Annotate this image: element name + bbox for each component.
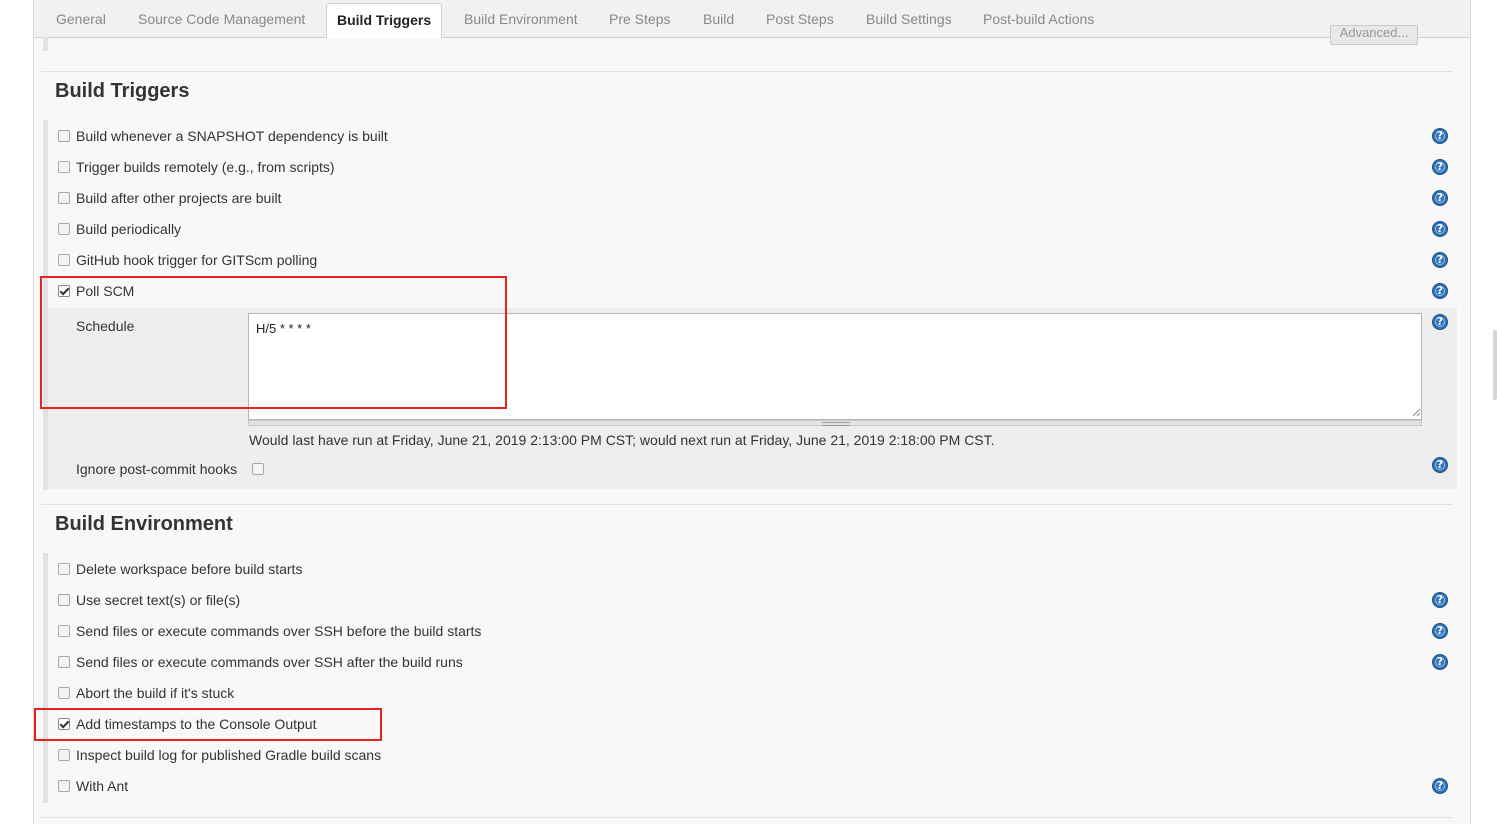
- abort-if-stuck-checkbox[interactable]: [58, 687, 70, 699]
- trigger-option-label: GitHub hook trigger for GITScm polling: [76, 252, 318, 268]
- ssh-after-build-checkbox[interactable]: [58, 656, 70, 668]
- config-tab-bar: General Source Code Management Build Tri…: [34, 0, 1470, 39]
- help-icon[interactable]: ?: [1432, 221, 1448, 237]
- environment-option-label: With Ant: [76, 778, 129, 794]
- trigger-option-label: Build after other projects are built: [76, 190, 282, 206]
- environment-option-label: Use secret text(s) or file(s): [76, 592, 241, 608]
- build-environment-heading: Build Environment: [55, 513, 233, 535]
- ignore-post-commit-label: Ignore post-commit hooks: [76, 461, 238, 477]
- environment-option-label: Abort the build if it's stuck: [76, 685, 235, 701]
- schedule-run-info: Would last have run at Friday, June 21, …: [249, 432, 995, 448]
- tab-general[interactable]: General: [56, 0, 106, 37]
- job-config-page: General Source Code Management Build Tri…: [33, 0, 1471, 824]
- environment-option-label: Delete workspace before build starts: [76, 561, 303, 577]
- advanced-button[interactable]: Advanced...: [1330, 25, 1418, 45]
- environment-option-label: Send files or execute commands over SSH …: [76, 623, 482, 639]
- help-icon[interactable]: ?: [1432, 159, 1448, 175]
- tab-build-settings[interactable]: Build Settings: [866, 0, 952, 37]
- help-icon[interactable]: ?: [1432, 457, 1448, 473]
- help-icon[interactable]: ?: [1432, 778, 1448, 794]
- help-icon[interactable]: ?: [1432, 283, 1448, 299]
- tab-build[interactable]: Build: [703, 0, 734, 37]
- help-icon[interactable]: ?: [1432, 623, 1448, 639]
- trigger-option-label: Build periodically: [76, 221, 182, 237]
- section-indent-bar: [43, 553, 48, 803]
- ignore-post-commit-checkbox[interactable]: [252, 463, 264, 475]
- textarea-resize-handle[interactable]: [248, 420, 1422, 426]
- resize-handle-grip-icon: [822, 422, 850, 426]
- poll-scm-highlight-box: [40, 276, 507, 409]
- help-icon[interactable]: ?: [1432, 128, 1448, 144]
- section-divider: [41, 71, 1453, 72]
- tab-post-steps[interactable]: Post Steps: [766, 0, 834, 37]
- build-periodically-checkbox[interactable]: [58, 223, 70, 235]
- tab-build-environment[interactable]: Build Environment: [464, 0, 578, 37]
- trigger-remotely-checkbox[interactable]: [58, 161, 70, 173]
- gradle-build-scans-checkbox[interactable]: [58, 749, 70, 761]
- timestamps-highlight-box: [34, 708, 382, 741]
- environment-option-label: Inspect build log for published Gradle b…: [76, 747, 382, 763]
- help-icon[interactable]: ?: [1432, 252, 1448, 268]
- github-hook-trigger-checkbox[interactable]: [58, 254, 70, 266]
- window-scrollbar[interactable]: [1493, 330, 1497, 400]
- tab-source-code-management[interactable]: Source Code Management: [138, 0, 305, 37]
- section-divider: [41, 817, 1453, 818]
- tab-post-build-actions[interactable]: Post-build Actions: [983, 0, 1094, 37]
- with-ant-checkbox[interactable]: [58, 780, 70, 792]
- section-divider: [41, 504, 1453, 505]
- help-icon[interactable]: ?: [1432, 314, 1448, 330]
- delete-workspace-checkbox[interactable]: [58, 563, 70, 575]
- secret-text-checkbox[interactable]: [58, 594, 70, 606]
- tab-pre-steps[interactable]: Pre Steps: [609, 0, 670, 37]
- snapshot-dependency-checkbox[interactable]: [58, 130, 70, 142]
- trigger-option-label: Build whenever a SNAPSHOT dependency is …: [76, 128, 388, 144]
- build-triggers-heading: Build Triggers: [55, 80, 190, 102]
- environment-option-label: Send files or execute commands over SSH …: [76, 654, 463, 670]
- ssh-before-build-checkbox[interactable]: [58, 625, 70, 637]
- tab-build-triggers[interactable]: Build Triggers: [326, 3, 443, 39]
- help-icon[interactable]: ?: [1432, 592, 1448, 608]
- trigger-option-label: Trigger builds remotely (e.g., from scri…: [76, 159, 335, 175]
- section-indent-bar: [43, 37, 48, 51]
- build-after-other-projects-checkbox[interactable]: [58, 192, 70, 204]
- help-icon[interactable]: ?: [1432, 190, 1448, 206]
- help-icon[interactable]: ?: [1432, 654, 1448, 670]
- resize-grip-icon[interactable]: [1411, 407, 1421, 417]
